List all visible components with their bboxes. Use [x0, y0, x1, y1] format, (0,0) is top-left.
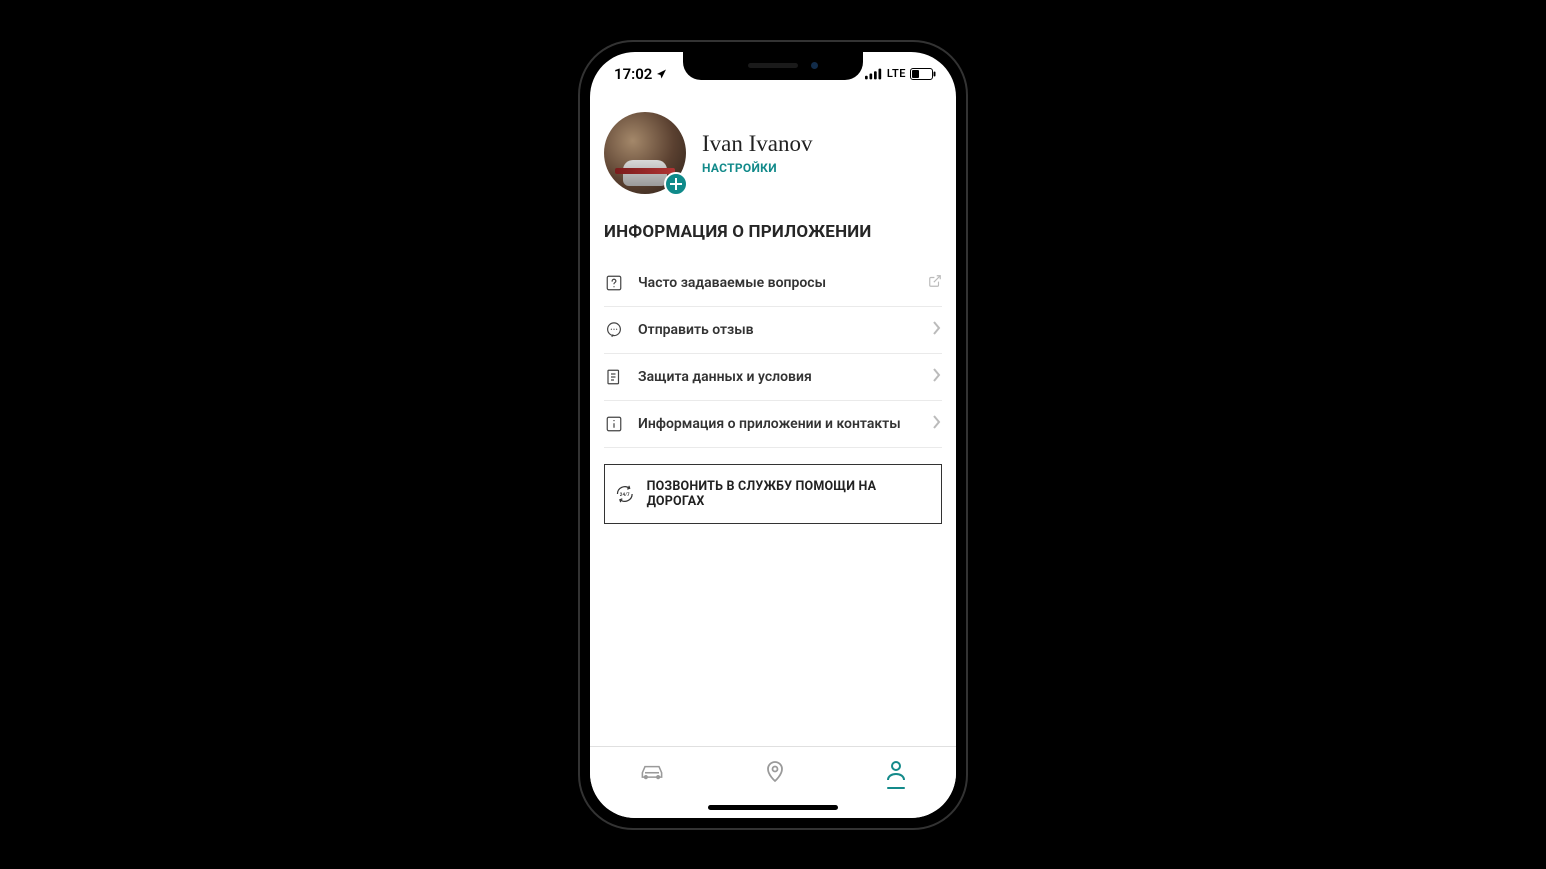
profile-name: Ivan Ivanov — [702, 131, 813, 157]
svg-text:24/7: 24/7 — [620, 492, 630, 498]
list-item-label: Защита данных и условия — [638, 369, 918, 385]
section-title: ИНФОРМАЦИЯ О ПРИЛОЖЕНИИ — [604, 222, 942, 242]
chat-icon — [604, 321, 624, 339]
active-indicator — [887, 787, 905, 790]
network-label: LTE — [887, 67, 906, 80]
car-icon — [638, 759, 666, 783]
pin-icon — [763, 759, 787, 783]
list-item-feedback[interactable]: Отправить отзыв — [604, 307, 942, 354]
list-item-label: Отправить отзыв — [638, 322, 918, 338]
battery-icon — [910, 68, 936, 80]
signal-icon — [865, 68, 883, 80]
nav-location-button[interactable] — [763, 759, 787, 783]
nav-profile-button[interactable] — [884, 759, 908, 790]
person-icon — [884, 759, 908, 783]
chevron-right-icon — [932, 415, 942, 433]
nav-car-button[interactable] — [638, 759, 666, 783]
phone-notch — [683, 52, 863, 80]
list-item-label: Информация о приложении и контакты — [638, 416, 918, 432]
question-icon — [604, 274, 624, 292]
plus-icon — [670, 178, 682, 190]
settings-link[interactable]: НАСТРОЙКИ — [702, 161, 813, 175]
document-icon — [604, 368, 624, 386]
list-item-privacy[interactable]: Защита данных и условия — [604, 354, 942, 401]
chevron-right-icon — [932, 321, 942, 339]
phone-frame: 17:02 LTE — [578, 40, 968, 830]
list-item-label: Часто задаваемые вопросы — [638, 275, 914, 291]
home-indicator[interactable] — [708, 805, 838, 810]
location-arrow-icon — [656, 68, 668, 80]
roadside-assistance-button[interactable]: 24/7 ПОЗВОНИТЬ В СЛУЖБУ ПОМОЩИ НА ДОРОГА… — [604, 464, 942, 524]
cta-label: ПОЗВОНИТЬ В СЛУЖБУ ПОМОЩИ НА ДОРОГАХ — [647, 479, 931, 509]
list-item-faq[interactable]: Часто задаваемые вопросы — [604, 260, 942, 307]
list-item-about[interactable]: Информация о приложении и контакты — [604, 401, 942, 448]
profile-header: Ivan Ivanov НАСТРОЙКИ — [604, 112, 942, 194]
twentyfour-seven-icon: 24/7 — [615, 484, 635, 504]
main-content: Ivan Ivanov НАСТРОЙКИ ИНФОРМАЦИЯ О ПРИЛО… — [590, 96, 956, 746]
avatar-wrap[interactable] — [604, 112, 686, 194]
phone-screen: 17:02 LTE — [590, 52, 956, 818]
info-icon — [604, 415, 624, 433]
chevron-right-icon — [932, 368, 942, 386]
status-time: 17:02 — [614, 65, 652, 83]
add-photo-button[interactable] — [664, 172, 688, 196]
external-link-icon — [928, 274, 942, 292]
